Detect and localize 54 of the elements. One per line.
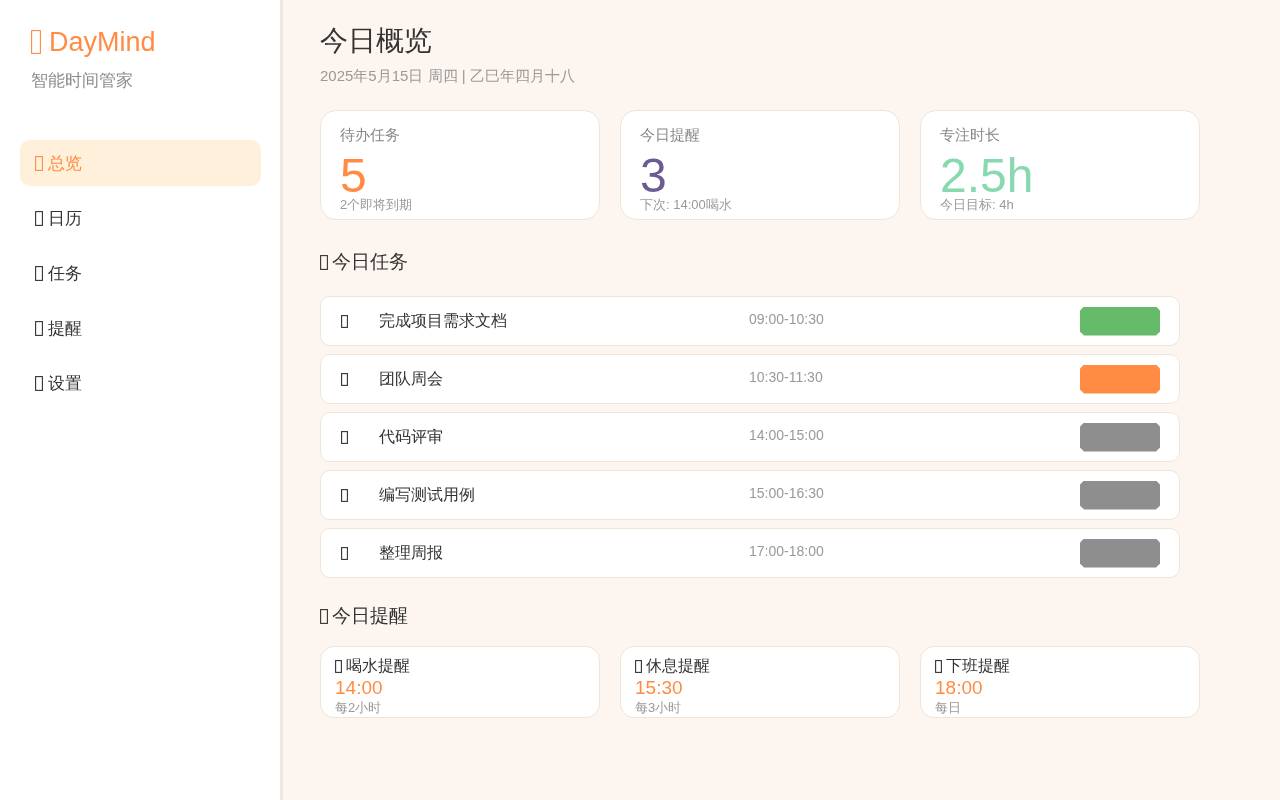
reminder-title: 下班提醒	[946, 656, 1010, 676]
stat-value: 5	[340, 152, 367, 200]
box-glyph-icon	[335, 659, 342, 673]
box-glyph-icon	[320, 254, 328, 270]
task-time: 09:00-10:30	[749, 311, 824, 327]
task-name: 团队周会	[379, 368, 443, 389]
task-name: 完成项目需求文档	[379, 310, 507, 331]
reminder-time: 15:30	[635, 676, 683, 700]
box-glyph-icon	[341, 430, 348, 444]
box-glyph-icon	[35, 375, 43, 391]
app-tagline: 智能时间管家	[31, 70, 133, 92]
stat-label: 专注时长	[940, 126, 1000, 144]
stat-note: 2个即将到期	[340, 197, 413, 212]
reminder-title: 休息提醒	[646, 656, 710, 676]
reminder-time: 18:00	[935, 676, 983, 700]
box-glyph-icon	[935, 659, 942, 673]
box-glyph-icon	[35, 155, 43, 171]
nav-item[interactable]: 提醒	[20, 305, 261, 351]
stat-label: 今日提醒	[640, 126, 700, 144]
task-time: 15:00-16:30	[749, 485, 824, 501]
stat-label: 待办任务	[340, 126, 400, 144]
reminder-time: 14:00	[335, 676, 383, 700]
task-time: 10:30-11:30	[749, 369, 823, 385]
stat-value: 2.5h	[940, 152, 1034, 200]
task-time: 17:00-18:00	[749, 543, 824, 559]
task-name: 编写测试用例	[379, 484, 475, 505]
stat-note: 今日目标: 4h	[940, 197, 1014, 212]
task-name: 代码评审	[379, 426, 443, 447]
date-text: 2025年5月15日 周四 | 乙巳年四月十八	[320, 66, 575, 86]
nav-item[interactable]: 设置	[20, 360, 261, 406]
reminder-frequency: 每3小时	[635, 700, 682, 716]
box-glyph-icon	[635, 659, 642, 673]
box-glyph-icon	[35, 210, 43, 226]
task-time: 14:00-15:00	[749, 427, 824, 443]
stat-note: 下次: 14:00喝水	[640, 197, 732, 212]
stat-value: 3	[640, 152, 667, 200]
box-glyph-icon	[341, 546, 348, 560]
box-glyph-icon	[31, 30, 41, 54]
reminder-frequency: 每日	[935, 700, 961, 716]
section-heading: 今日提醒	[332, 604, 408, 628]
reminder-title: 喝水提醒	[346, 656, 410, 676]
box-glyph-icon	[320, 608, 328, 624]
box-glyph-icon	[341, 314, 348, 328]
task-name: 整理周报	[379, 542, 443, 563]
page-title: 今日概览	[320, 24, 432, 58]
box-glyph-icon	[341, 372, 348, 386]
app-logo-text: DayMind	[49, 26, 156, 58]
box-glyph-icon	[35, 320, 43, 336]
box-glyph-icon	[341, 488, 348, 502]
section-heading: 今日任务	[332, 250, 408, 274]
reminder-frequency: 每2小时	[335, 700, 382, 716]
nav-item[interactable]: 日历	[20, 195, 261, 241]
box-glyph-icon	[35, 265, 43, 281]
nav-item[interactable]: 任务	[20, 250, 261, 296]
